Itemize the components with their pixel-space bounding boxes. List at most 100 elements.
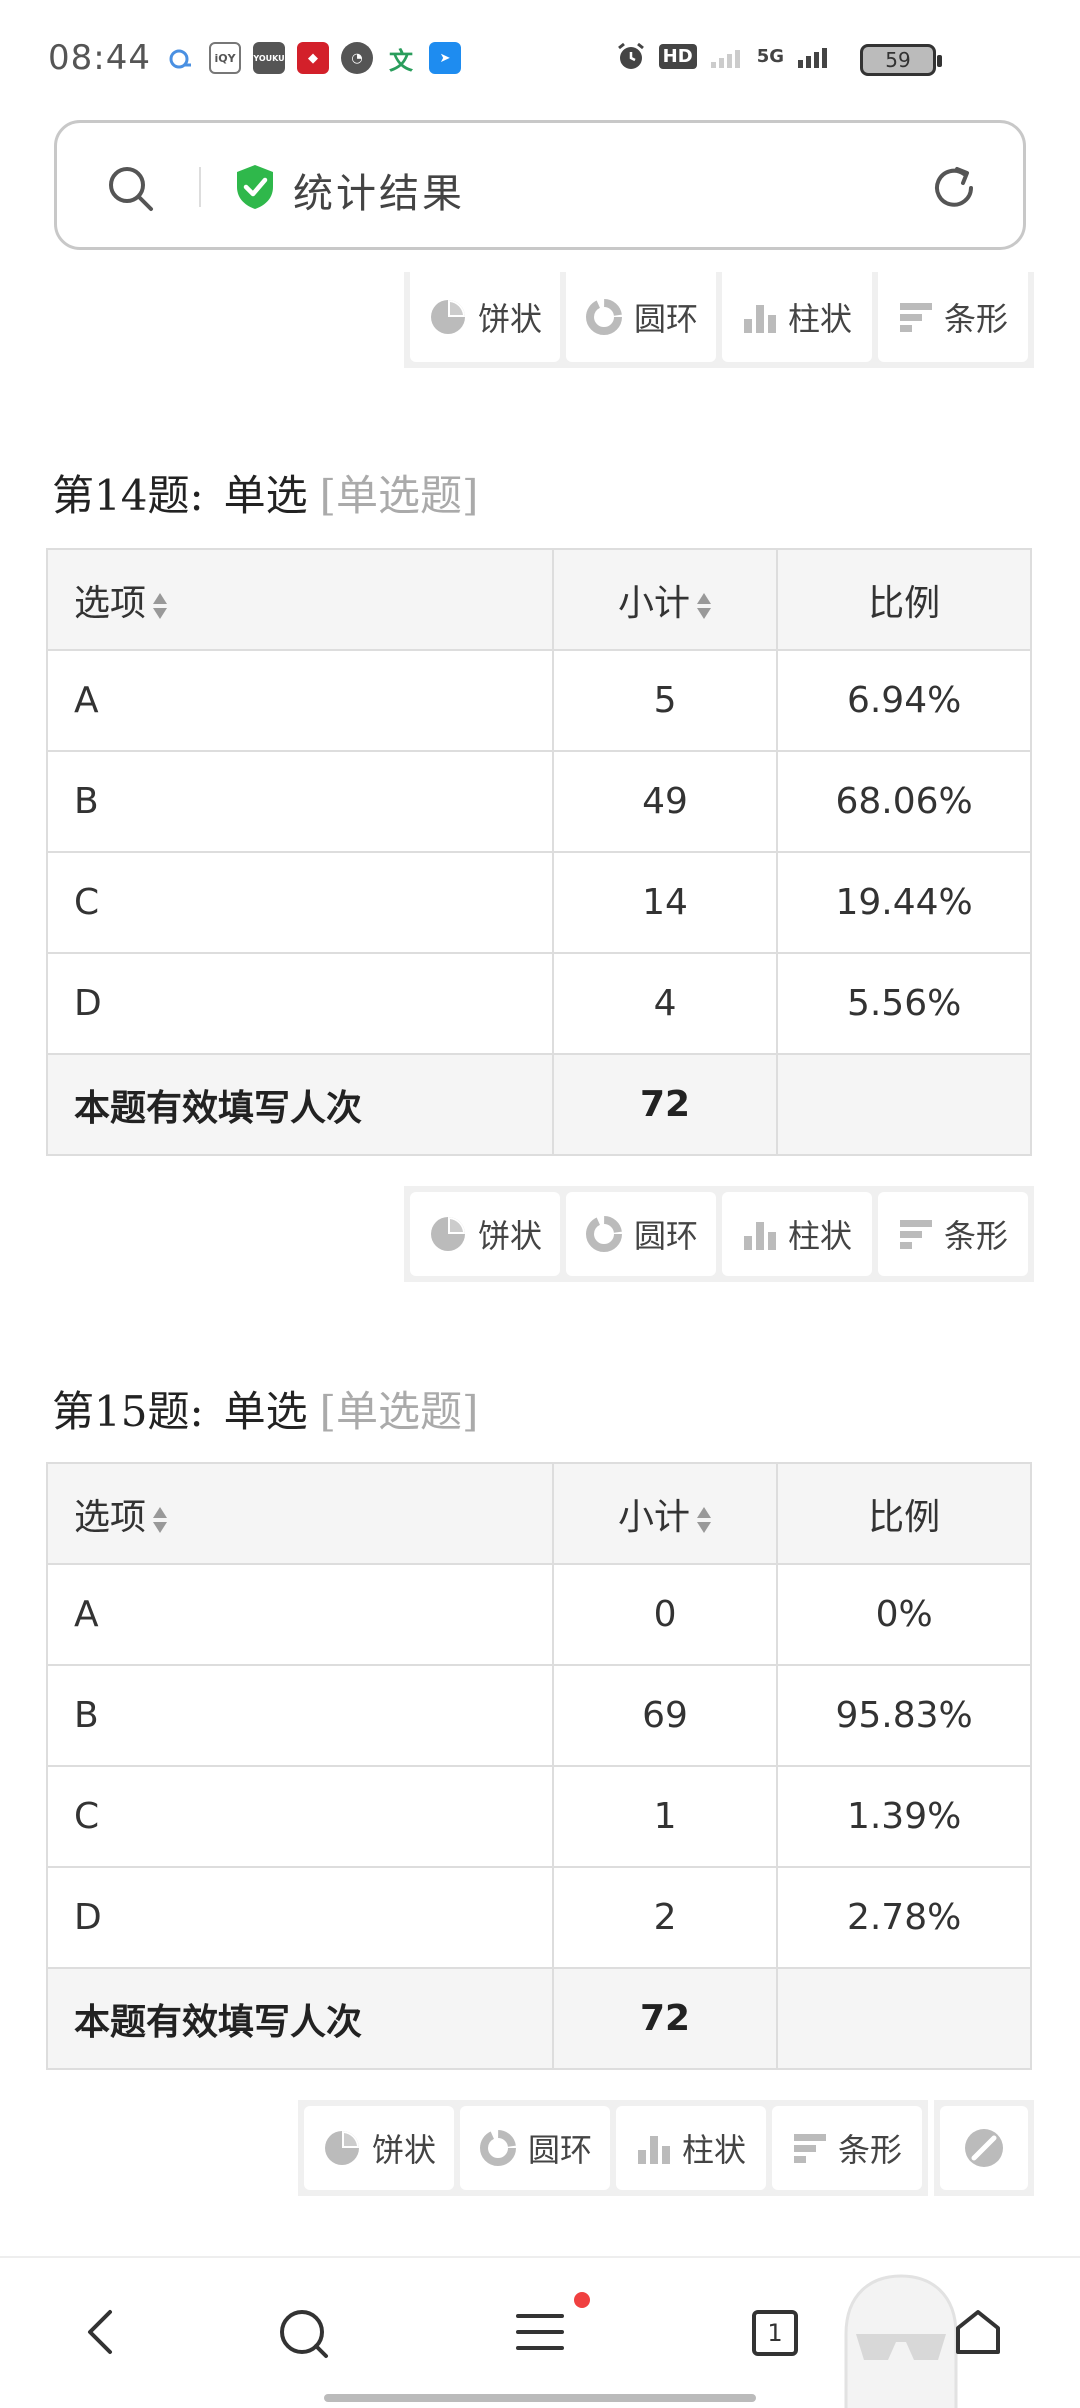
count-header[interactable]: 小计 [551,548,779,651]
question-number: 第15题 [52,1387,190,1436]
count-cell: 14 [551,851,779,954]
count-header-label: 小计 [618,582,691,624]
search-icon[interactable] [276,2306,332,2362]
option-header-label: 选项 [74,582,147,624]
sort-icon[interactable] [696,1505,712,1535]
count-header[interactable]: 小计 [551,1462,779,1565]
ratio-cell: 5.56% [776,952,1032,1055]
question-name: 单选 [223,1387,308,1436]
option-header[interactable]: 选项 [46,548,554,651]
ratio-cell: 2.78% [776,1866,1032,1969]
battery-level: 59 [885,48,911,72]
pie-chart-label: 饼状 [477,1217,542,1255]
ring-chart-icon [585,1216,622,1252]
total-label: 本题有效填写人次 [46,1967,554,2070]
pie-chart-button[interactable]: 饼状 [304,2106,454,2190]
bar-chart-button[interactable]: 条形 [878,1192,1028,1276]
column-chart-button[interactable]: 柱状 [616,2106,766,2190]
ring-chart-button[interactable]: 圆环 [566,272,716,362]
sort-icon[interactable] [696,591,712,621]
signal-strong-icon [798,48,827,68]
option-header-label: 选项 [74,1496,147,1538]
bar-chart-icon [899,303,932,332]
sort-icon[interactable] [152,1505,168,1535]
pie-chart-label: 饼状 [371,2131,436,2169]
question-number: 第14题 [52,471,190,520]
speedometer-app-icon: ◔ [341,42,373,74]
alarm-icon [617,42,644,69]
security-shield-icon [237,165,273,209]
bar-chart-icon [899,1220,932,1249]
page-title[interactable]: 统计结果 [293,161,465,219]
total-value: 72 [551,1053,779,1156]
table-row: A 0 0% [46,1563,1032,1666]
table-row: B 69 95.83% [46,1664,1032,1767]
bar-chart-button[interactable]: 条形 [772,2106,922,2190]
option-cell: C [46,851,554,954]
option-cell: A [46,649,554,752]
ring-chart-button[interactable]: 圆环 [460,2106,610,2190]
count-cell: 5 [551,649,779,752]
search-icon[interactable] [105,163,155,213]
battery-icon: 59 [860,44,942,76]
address-bar-divider [199,167,201,207]
sort-icon[interactable] [152,591,168,621]
tabs-button[interactable]: 1 [752,2310,798,2356]
column-chart-icon [743,1222,776,1250]
table-header-row: 选项 小计 比例 [46,548,1032,651]
status-indicators: HD 5G [615,40,830,72]
option-cell: B [46,1664,554,1767]
total-label: 本题有效填写人次 [46,1053,554,1156]
pie-chart-button[interactable]: 饼状 [410,272,560,362]
pie-chart-icon [430,1217,465,1251]
question-type: [单选题] [319,1387,479,1436]
option-cell: A [46,1563,554,1666]
pie-chart-button[interactable]: 饼状 [410,1192,560,1276]
refresh-icon[interactable] [927,161,981,215]
pie-chart-icon [430,300,465,334]
ratio-cell: 19.44% [776,851,1032,954]
menu-icon[interactable] [514,2306,566,2358]
ratio-cell: 1.39% [776,1765,1032,1868]
table-header-row: 选项 小计 比例 [46,1462,1032,1565]
ring-chart-label: 圆环 [527,2131,592,2169]
count-cell: 2 [551,1866,779,1969]
question-14-table: 选项 小计 比例 A 5 6.94% B 49 68.06% C 14 19.4… [46,548,1032,1156]
address-bar[interactable]: 统计结果 [54,120,1026,250]
home-indicator[interactable] [324,2394,756,2402]
ratio-cell: 68.06% [776,750,1032,853]
option-cell: C [46,1765,554,1868]
option-header[interactable]: 选项 [46,1462,554,1565]
column-chart-label: 柱状 [787,1217,852,1255]
total-row: 本题有效填写人次 72 [46,1967,1032,2070]
count-header-label: 小计 [618,1496,691,1538]
bar-chart-icon [793,2134,826,2163]
bar-chart-button[interactable]: 条形 [878,272,1028,362]
ring-chart-button[interactable]: 圆环 [566,1192,716,1276]
question-14-title: 第14题: 单选 [单选题] [52,462,478,523]
chart-type-toolbar: 饼状 圆环 柱状 条形 [298,2100,928,2196]
ratio-cell: 0% [776,1563,1032,1666]
count-cell: 0 [551,1563,779,1666]
hide-chart-button[interactable] [940,2106,1028,2190]
column-chart-icon [743,305,776,333]
signal-weak-icon [710,50,740,68]
table-row: C 14 19.44% [46,851,1032,954]
column-chart-button[interactable]: 柱状 [722,1192,872,1276]
home-icon[interactable] [952,2306,1004,2358]
ring-chart-icon [585,299,622,335]
total-empty-cell [776,1967,1032,2070]
status-time: 08:44 [48,38,151,78]
back-icon[interactable] [80,2306,120,2358]
ring-chart-label: 圆环 [633,1217,698,1255]
ratio-header: 比例 [776,548,1032,651]
table-row: D 4 5.56% [46,952,1032,1055]
chart-type-toolbar: 饼状 圆环 柱状 条形 [404,1186,1034,1282]
ring-chart-icon [479,2130,516,2166]
table-row: C 1 1.39% [46,1765,1032,1868]
table-row: B 49 68.06% [46,750,1032,853]
count-cell: 4 [551,952,779,1055]
column-chart-button[interactable]: 柱状 [722,272,872,362]
bar-chart-label: 条形 [943,1217,1008,1255]
column-chart-icon [637,2136,670,2164]
